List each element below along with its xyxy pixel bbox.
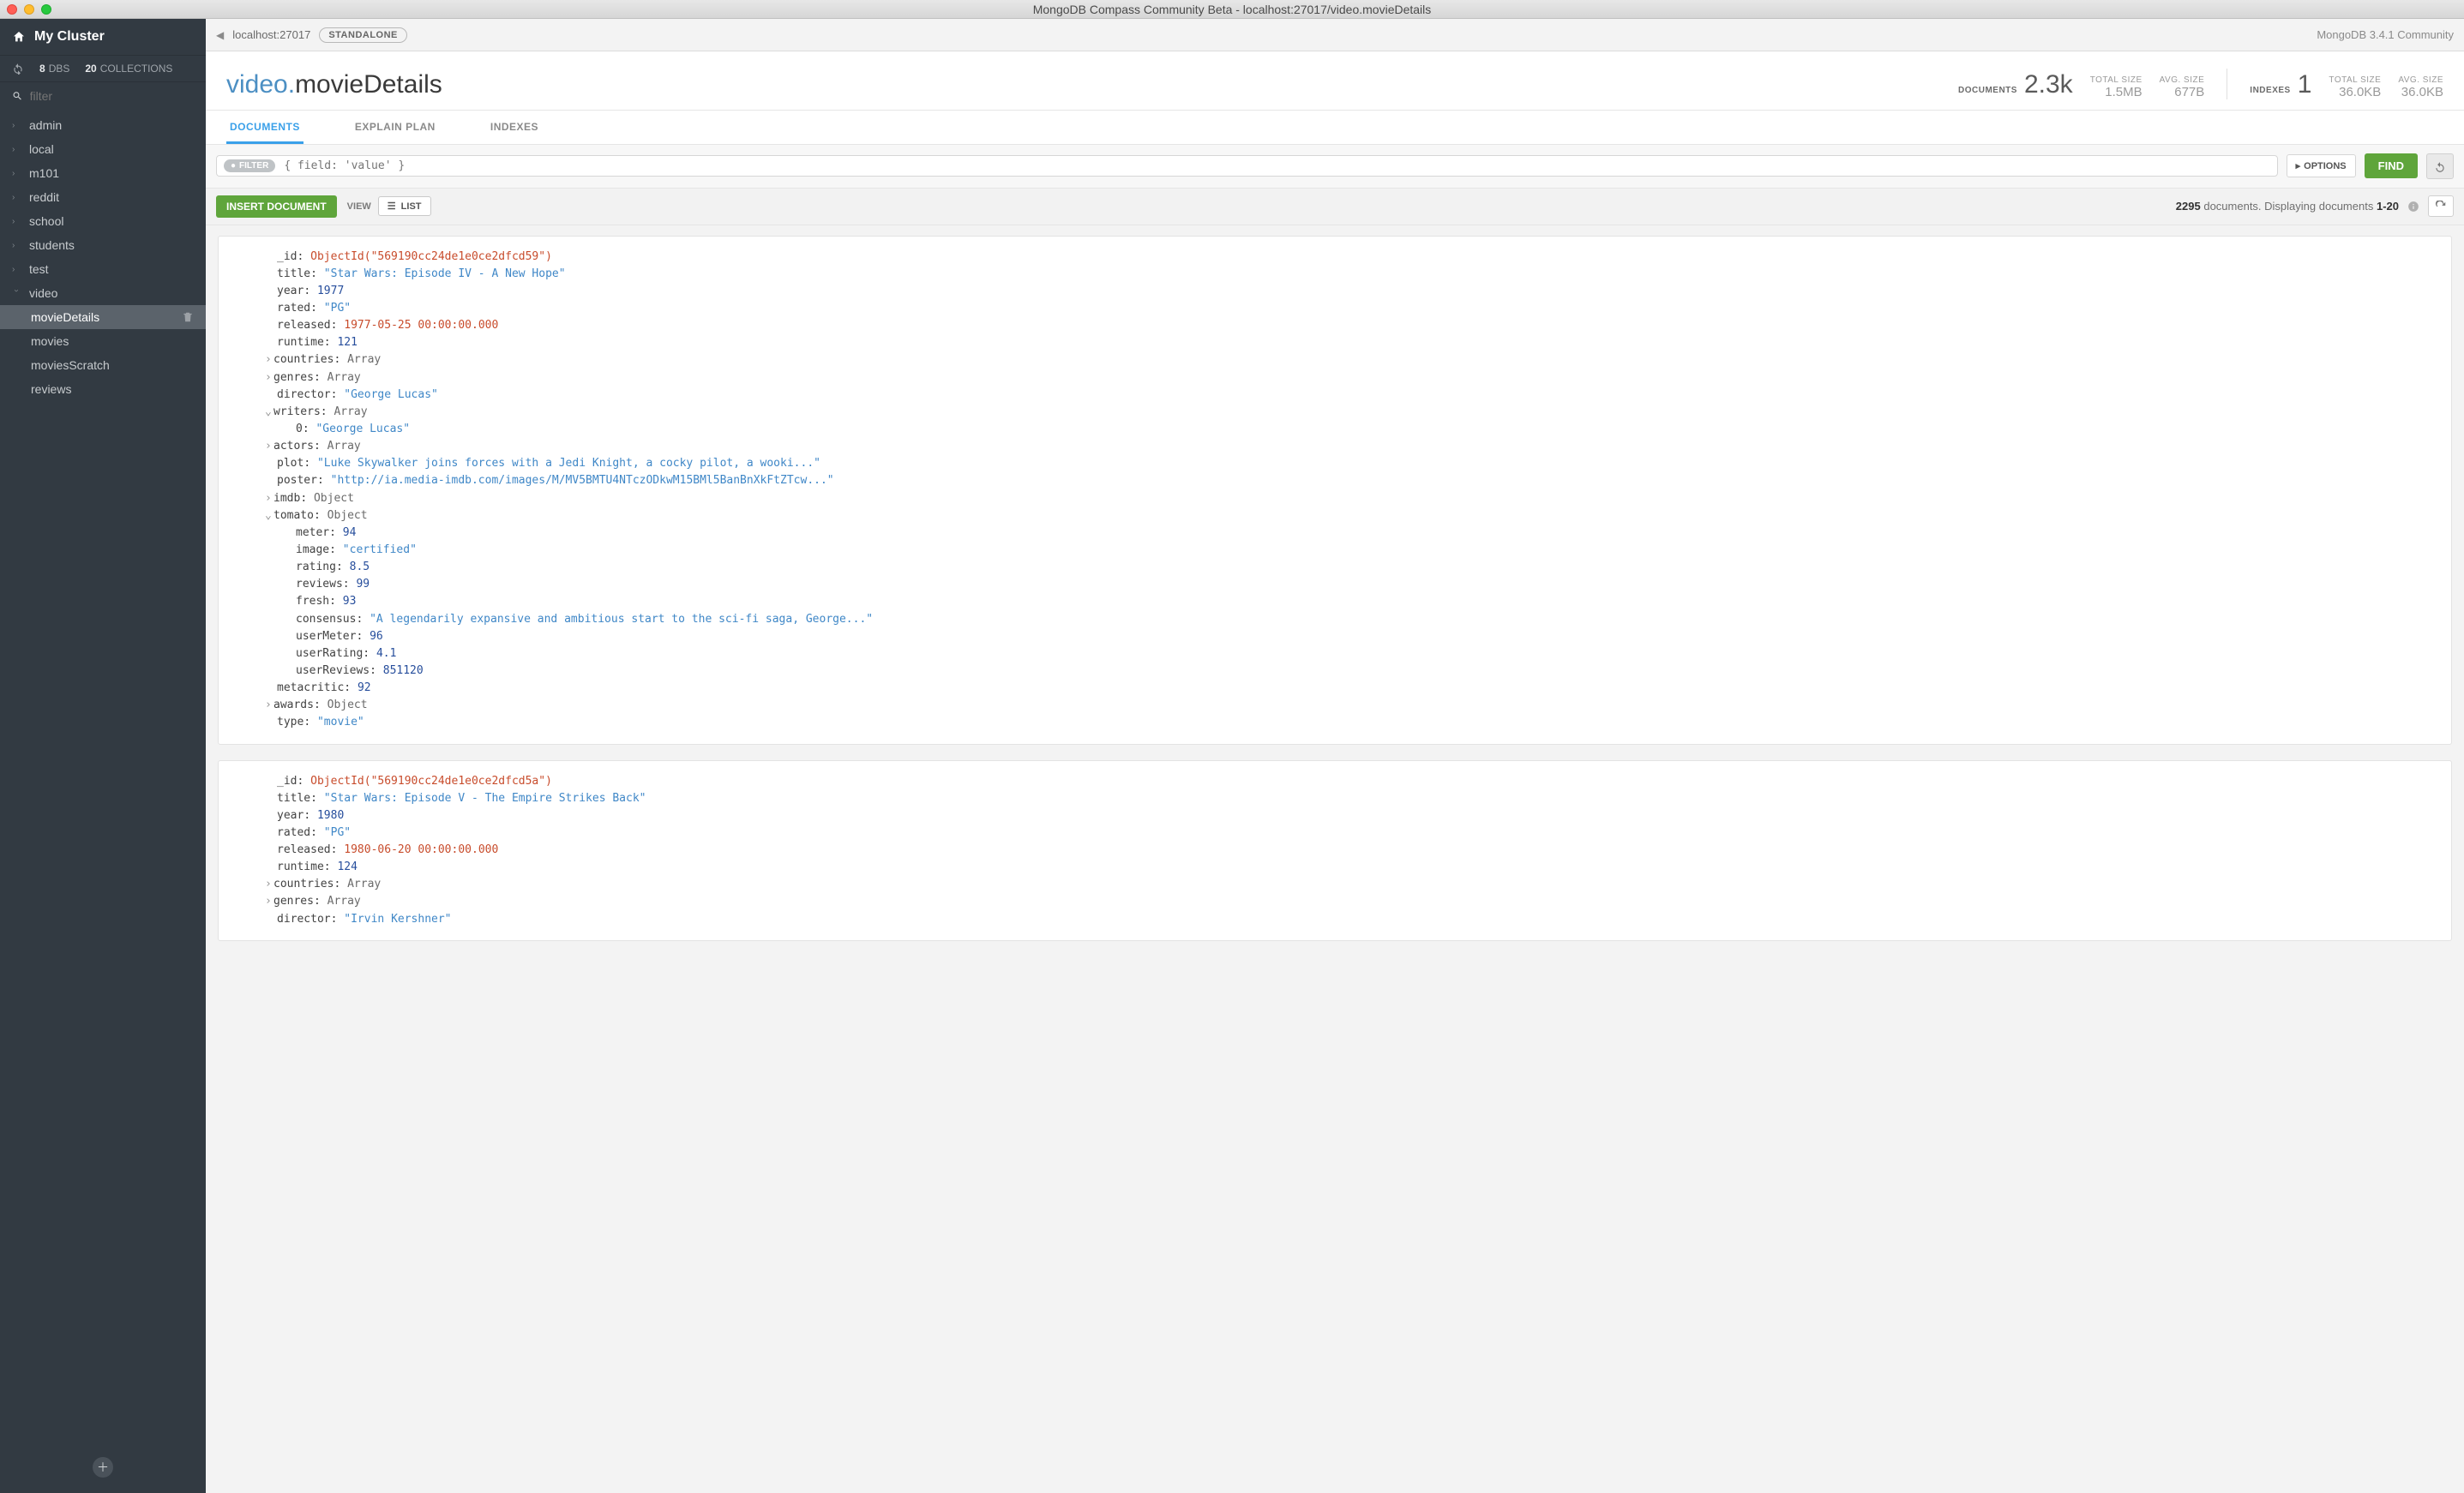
sidebar-collection-reviews[interactable]: reviews <box>31 377 206 401</box>
sidebar-collection-movies[interactable]: movies <box>31 329 206 353</box>
indexes-value: 1 <box>2298 70 2312 99</box>
chevron-right-icon: › <box>12 121 21 130</box>
server-version: MongoDB 3.4.1 Community <box>2317 28 2454 41</box>
topbar: ◀ localhost:27017 STANDALONE MongoDB 3.4… <box>206 19 2464 51</box>
chevron-right-icon: › <box>12 169 21 178</box>
chevron-right-icon: › <box>12 241 21 250</box>
options-button[interactable]: ▸OPTIONS <box>2287 154 2356 177</box>
filter-input[interactable] <box>284 159 2269 172</box>
trash-icon[interactable] <box>182 311 194 323</box>
insert-document-button[interactable]: INSERT DOCUMENT <box>216 195 337 218</box>
sidebar-item-students[interactable]: ›students <box>0 233 206 257</box>
sidebar-item-test[interactable]: ›test <box>0 257 206 281</box>
view-label: VIEW <box>347 201 371 212</box>
window-title: MongoDB Compass Community Beta - localho… <box>0 3 2464 16</box>
db-count: 8DBS <box>39 63 69 75</box>
database-tree: ›admin ›local ›m101 ›reddit ›school ›stu… <box>0 110 206 1457</box>
doc-avg-size: 677B <box>2160 85 2205 99</box>
window-titlebar: MongoDB Compass Community Beta - localho… <box>0 0 2464 19</box>
reset-icon <box>2434 161 2446 173</box>
chevron-right-icon: › <box>12 265 21 274</box>
sidebar-item-school[interactable]: ›school <box>0 209 206 233</box>
sidebar-filter-input[interactable] <box>30 89 194 103</box>
info-icon[interactable] <box>2407 201 2419 213</box>
expand-toggle[interactable]: › <box>265 697 273 714</box>
cluster-name: My Cluster <box>34 29 105 45</box>
chevron-right-icon: › <box>12 145 21 154</box>
refresh-button[interactable] <box>2428 195 2454 218</box>
document-card[interactable]: _id: ObjectId("569190cc24de1e0ce2dfcd5a"… <box>218 760 2452 941</box>
pager-total: 2295 <box>2176 200 2201 213</box>
add-database: ＋ <box>0 1457 206 1478</box>
indexes-label: INDEXES <box>2250 86 2290 95</box>
topology-pill[interactable]: STANDALONE <box>319 27 407 43</box>
sidebar-stats: 8DBS 20COLLECTIONS <box>0 55 206 81</box>
collapse-toggle[interactable]: ⌄ <box>265 404 273 421</box>
filter-bar: ●FILTER ▸OPTIONS FIND <box>206 145 2464 189</box>
refresh-icon <box>2435 201 2447 213</box>
expand-toggle[interactable]: › <box>265 876 273 893</box>
expand-toggle[interactable]: › <box>265 438 273 455</box>
doc-total-size: 1.5MB <box>2090 85 2142 99</box>
back-button[interactable]: ◀ <box>216 29 224 41</box>
sidebar-collection-movieDetails[interactable]: movieDetails <box>0 305 206 329</box>
collection-name: movieDetails <box>295 70 442 99</box>
db-name: video <box>226 70 288 99</box>
action-bar: INSERT DOCUMENT VIEW ☰LIST 2295 document… <box>206 189 2464 225</box>
sidebar-item-m101[interactable]: ›m101 <box>0 161 206 185</box>
sidebar-item-reddit[interactable]: ›reddit <box>0 185 206 209</box>
filter-input-wrapper: ●FILTER <box>216 155 2278 177</box>
expand-toggle[interactable]: › <box>265 490 273 507</box>
chevron-right-icon: › <box>12 217 21 226</box>
refresh-icon[interactable] <box>12 63 24 75</box>
tab-documents[interactable]: DOCUMENTS <box>226 111 303 144</box>
collapse-toggle[interactable]: ⌄ <box>265 507 273 525</box>
sidebar-item-admin[interactable]: ›admin <box>0 113 206 137</box>
chevron-down-icon: › <box>12 289 21 297</box>
idx-avg-size: 36.0KB <box>2398 85 2443 99</box>
expand-toggle[interactable]: › <box>265 351 273 369</box>
idx-total-size: 36.0KB <box>2329 85 2381 99</box>
filter-badge: ●FILTER <box>224 159 275 172</box>
sidebar-item-video[interactable]: ›video <box>0 281 206 305</box>
documents-value: 2.3k <box>2024 70 2073 99</box>
search-icon <box>12 90 23 102</box>
document-card[interactable]: _id: ObjectId("569190cc24de1e0ce2dfcd59"… <box>218 236 2452 745</box>
documents-label: DOCUMENTS <box>1958 86 2017 95</box>
namespace: video.movieDetails <box>226 70 442 99</box>
pager: 2295 documents. Displaying documents 1-2… <box>2176 195 2454 218</box>
home-icon <box>12 30 26 44</box>
find-button[interactable]: FIND <box>2365 153 2418 178</box>
overview: video.movieDetails DOCUMENTS2.3k TOTAL S… <box>206 51 2464 111</box>
reset-button[interactable] <box>2426 153 2454 179</box>
sidebar-item-local[interactable]: ›local <box>0 137 206 161</box>
sidebar-collection-moviesScratch[interactable]: moviesScratch <box>31 353 206 377</box>
expand-toggle[interactable]: › <box>265 369 273 387</box>
tabs: DOCUMENTS EXPLAIN PLAN INDEXES <box>206 111 2464 145</box>
host-label[interactable]: localhost:27017 <box>232 28 310 41</box>
sidebar-filter <box>0 81 206 110</box>
view-list-button[interactable]: ☰LIST <box>378 196 431 216</box>
sidebar: My Cluster 8DBS 20COLLECTIONS ›admin ›lo… <box>0 19 206 1493</box>
main-panel: ◀ localhost:27017 STANDALONE MongoDB 3.4… <box>206 19 2464 1493</box>
documents-list[interactable]: _id: ObjectId("569190cc24de1e0ce2dfcd59"… <box>206 225 2464 1493</box>
collection-count: 20COLLECTIONS <box>85 63 172 75</box>
pager-range: 1-20 <box>2377 200 2399 213</box>
expand-toggle[interactable]: › <box>265 893 273 910</box>
list-icon: ☰ <box>388 201 396 212</box>
tab-explain[interactable]: EXPLAIN PLAN <box>352 111 439 144</box>
stats-documents: DOCUMENTS2.3k TOTAL SIZE1.5MB AVG. SIZE6… <box>1958 69 2443 99</box>
tab-indexes[interactable]: INDEXES <box>487 111 542 144</box>
cluster-header[interactable]: My Cluster <box>0 19 206 55</box>
add-button[interactable]: ＋ <box>93 1457 113 1478</box>
chevron-right-icon: › <box>12 193 21 202</box>
